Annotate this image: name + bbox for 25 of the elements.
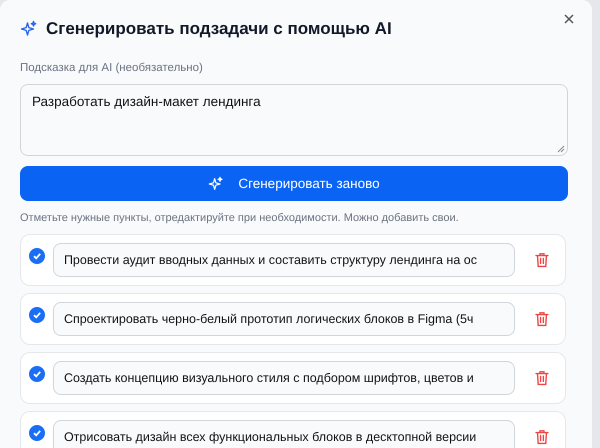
checkbox[interactable] xyxy=(29,366,45,382)
check-icon xyxy=(32,310,42,320)
prompt-label: Подсказка для AI (необязательно) xyxy=(20,62,204,74)
sparkle-icon xyxy=(20,20,38,38)
check-icon xyxy=(32,251,42,261)
check-icon xyxy=(32,428,42,438)
regenerate-button[interactable]: Сгенерировать заново xyxy=(20,166,568,201)
sparkle-icon xyxy=(208,176,224,192)
resize-grip-icon[interactable] xyxy=(557,145,565,153)
subtask-field[interactable]: Создать концепцию визуального стиля с подбором шрифтов, цветов и xyxy=(52,361,516,395)
dialog-title: Сгенерировать подзадачи с помощью AI xyxy=(46,19,393,39)
instruction-text: Отметьте нужные пункты, отредактируйте при необходимости. Можно добавить свои. xyxy=(20,212,460,224)
trash-icon[interactable] xyxy=(535,370,549,386)
subtask-field[interactable]: Провести аудит вводных данных и составить структуру лендинга на ос xyxy=(52,243,516,277)
trash-icon[interactable] xyxy=(535,429,549,445)
checkbox[interactable] xyxy=(29,425,45,441)
checkbox[interactable] xyxy=(29,248,45,264)
close-icon[interactable] xyxy=(562,12,576,26)
trash-icon[interactable] xyxy=(535,252,549,268)
checkbox[interactable] xyxy=(29,307,45,323)
prompt-field[interactable]: Разработать дизайн-макет лендинга xyxy=(20,84,568,156)
check-icon xyxy=(32,369,42,379)
subtask-field[interactable]: Отрисовать дизайн всех функциональных блоков в десктопной версии xyxy=(52,420,516,448)
trash-icon[interactable] xyxy=(535,311,549,327)
subtask-field[interactable]: Спроектировать черно-белый прототип логических блоков в Figma (5ч xyxy=(52,302,516,336)
